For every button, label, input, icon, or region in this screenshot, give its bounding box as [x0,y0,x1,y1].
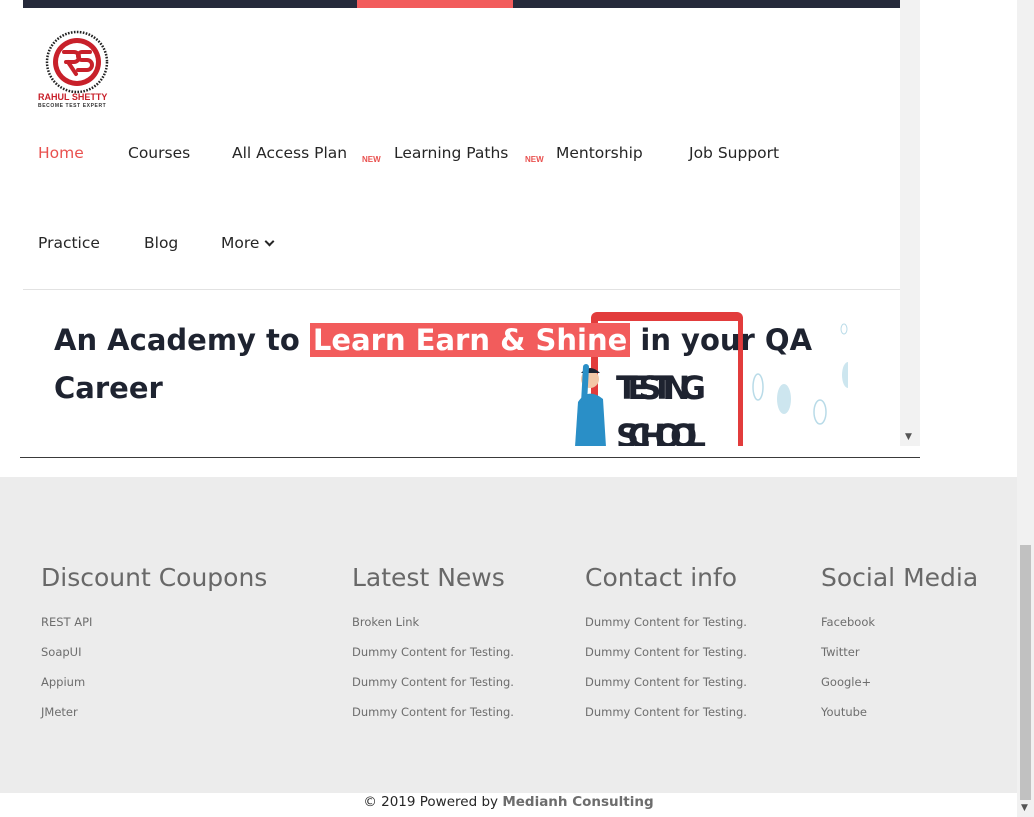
footer-link-google-plus[interactable]: Google+ [821,667,978,697]
copyright-company-link[interactable]: Medianh Consulting [502,794,653,810]
hero-heading: An Academy to Learn Earn & Shine in your… [54,316,834,412]
page-scrollbar[interactable]: ▼ [1017,0,1034,817]
courses-iframe[interactable]: RAHUL SHETTY BECOME TEST EXPERT Home Cou… [20,0,920,458]
footer-link[interactable]: REST API [41,607,267,637]
footer-heading: Social Media [821,563,979,592]
footer-heading: Discount Coupons [41,563,268,592]
nav-job-support[interactable]: Job Support [689,144,779,162]
chevron-down-icon [264,236,275,247]
nav-more[interactable]: More [221,234,275,252]
footer-link[interactable]: Broken Link [352,607,514,637]
nav-divider [23,289,900,290]
new-badge: NEW [362,155,381,164]
nav-mentorship[interactable]: Mentorship [556,144,643,162]
footer-link-facebook[interactable]: Facebook [821,607,978,637]
iframe-scrollbar[interactable]: ▼ [900,0,920,446]
footer-column-contact-info: Contact info Dummy Content for Testing. … [585,561,747,727]
footer-link[interactable]: Appium [41,667,267,697]
footer-heading: Contact info [585,563,738,592]
nav-courses[interactable]: Courses [128,144,190,162]
footer-column-discount-coupons: Discount Coupons REST API SoapUI Appium … [41,561,267,727]
nav-more-label: More [221,234,260,252]
footer-column-latest-news: Latest News Broken Link Dummy Content fo… [352,561,514,727]
footer-link[interactable]: Dummy Content for Testing. [585,667,747,697]
hero-heading-pre: An Academy to [54,323,310,357]
footer-link[interactable]: SoapUI [41,637,267,667]
footer-link[interactable]: Dummy Content for Testing. [585,607,747,637]
top-bar-accent [357,0,513,8]
copyright: © 2019 Powered by Medianh Consulting [0,794,1017,810]
footer-link[interactable]: Dummy Content for Testing. [352,697,514,727]
footer-link-youtube[interactable]: Youtube [821,697,978,727]
nav-all-access-plan[interactable]: All Access Plan [232,144,347,162]
footer-heading: Latest News [352,563,505,592]
scroll-down-arrow-icon[interactable]: ▼ [1021,803,1028,813]
footer-link-twitter[interactable]: Twitter [821,637,978,667]
copyright-prefix: © 2019 Powered by [363,794,503,810]
iframe-content: RAHUL SHETTY BECOME TEST EXPERT Home Cou… [23,0,900,446]
nav-blog[interactable]: Blog [144,234,178,252]
footer-link[interactable]: Dummy Content for Testing. [585,637,747,667]
nav-home[interactable]: Home [38,144,84,162]
footer-column-social-media: Social Media Facebook Twitter Google+ Yo… [821,561,978,727]
hero-highlight: Learn Earn & Shine [309,323,631,357]
nav-practice[interactable]: Practice [38,234,100,252]
scroll-down-arrow-icon[interactable]: ▼ [905,432,912,442]
logo-tagline: BECOME TEST EXPERT [38,103,107,109]
footer-link[interactable]: JMeter [41,697,267,727]
footer-link[interactable]: Dummy Content for Testing. [352,667,514,697]
new-badge: NEW [525,155,544,164]
page-scrollbar-thumb[interactable] [1020,545,1031,800]
hero-description-cutoff [54,440,824,446]
footer-link[interactable]: Dummy Content for Testing. [352,637,514,667]
logo-name: RAHUL SHETTY [38,92,108,102]
footer: Discount Coupons REST API SoapUI Appium … [0,477,1017,793]
nav-learning-paths[interactable]: Learning Paths [394,144,508,162]
footer-link[interactable]: Dummy Content for Testing. [585,697,747,727]
